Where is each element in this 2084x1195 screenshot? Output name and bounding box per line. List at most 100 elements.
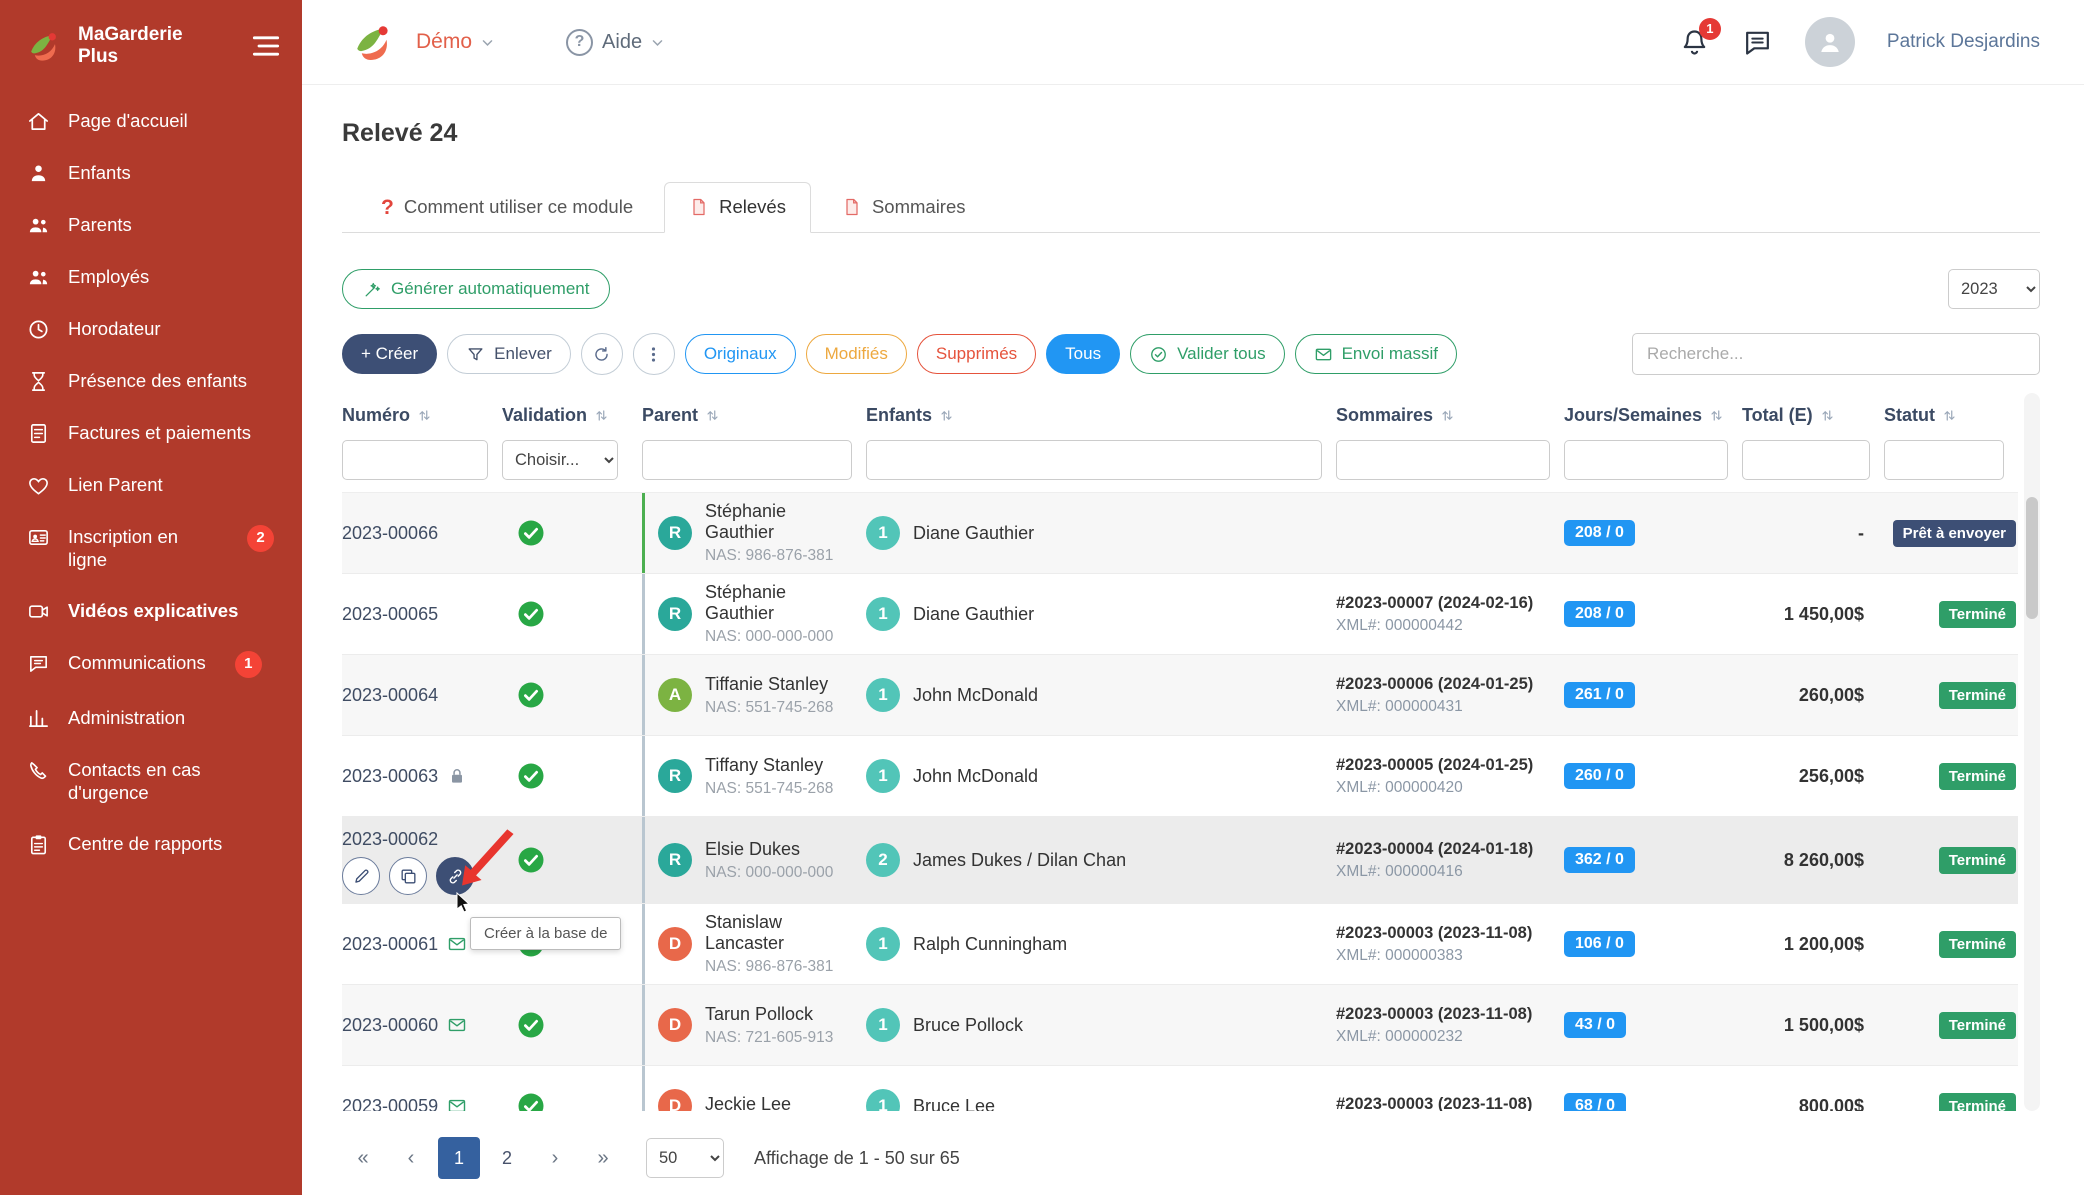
link-icon [446, 867, 465, 886]
children-count-avatar: 1 [866, 678, 900, 712]
filter-originaux-button[interactable]: Originaux [685, 334, 796, 374]
column-header-num-ro[interactable]: Numéro [342, 393, 502, 438]
link-button[interactable] [436, 857, 474, 895]
sidebar-item-videos[interactable]: Vidéos explicatives [0, 585, 302, 637]
column-header-validation[interactable]: Validation [502, 393, 642, 438]
filter-tous-button[interactable]: Tous [1046, 334, 1120, 374]
sidebar-item-accueil[interactable]: Page d'accueil [0, 95, 302, 147]
status-badge: Terminé [1939, 1093, 2016, 1112]
tab-aide-module[interactable]: ? Comment utiliser ce module [356, 182, 658, 233]
parent-name: Jeckie Lee [705, 1094, 791, 1112]
table-row[interactable]: 2023-00060 D Tarun Pollock NAS: 721-605-… [342, 985, 2018, 1066]
table-row[interactable]: 2023-00059 D Jeckie Lee 1 Bruce Lee #202… [342, 1066, 2018, 1111]
sidebar-item-rapports[interactable]: Centre de rapports [0, 818, 302, 870]
column-header-enfants[interactable]: Enfants [866, 393, 1336, 438]
table-row[interactable]: 2023-00064 A Tiffanie Stanley NAS: 551-7… [342, 655, 2018, 736]
generate-button[interactable]: Générer automatiquement [342, 269, 610, 309]
status-badge: Terminé [1939, 1012, 2016, 1039]
chevron-down-icon [651, 36, 664, 49]
notifications-button[interactable]: 1 [1679, 27, 1710, 58]
validated-check-icon [516, 518, 634, 548]
scrollbar-thumb[interactable] [2026, 497, 2038, 619]
column-header-statut[interactable]: Statut [1884, 393, 2018, 438]
org-switcher[interactable]: Démo [416, 30, 494, 54]
filter-total-input[interactable] [1742, 440, 1870, 480]
home-icon [27, 110, 51, 133]
validated-check-icon [516, 845, 634, 875]
table-row[interactable]: 2023-00063 R Tiffany Stanley NAS: 551-74… [342, 736, 2018, 817]
table-row[interactable]: 2023-00065 R Stéphanie Gauthier NAS: 000… [342, 574, 2018, 655]
sidebar-item-enfants[interactable]: Enfants [0, 147, 302, 199]
next-page-button[interactable]: › [534, 1137, 576, 1179]
tab-releves[interactable]: Relevés [664, 182, 811, 233]
first-page-button[interactable]: « [342, 1137, 384, 1179]
create-button[interactable]: + Créer [342, 334, 437, 374]
sidebar-item-horodateur[interactable]: Horodateur [0, 303, 302, 355]
filter-sommaires-input[interactable] [1336, 440, 1550, 480]
filter-statut-input[interactable] [1884, 440, 2004, 480]
chevron-down-icon [481, 36, 494, 49]
page-button-1[interactable]: 1 [438, 1137, 480, 1179]
year-select[interactable]: 2023 [1948, 269, 2040, 309]
filter-supprimes-button[interactable]: Supprimés [917, 334, 1036, 374]
total-amount: - [1742, 515, 1884, 552]
table-row[interactable]: 2023-00066 R Stéphanie Gauthier NAS: 986… [342, 493, 2018, 574]
messages-button[interactable] [1742, 27, 1773, 58]
filter-numero-input[interactable] [342, 440, 488, 480]
edit-button[interactable] [342, 857, 380, 895]
sommaire-ref: #2023-00006 (2024-01-25) [1336, 675, 1556, 694]
sidebar-item-administration[interactable]: Administration [0, 692, 302, 744]
remove-button[interactable]: Enlever [447, 334, 571, 374]
filter-modifies-button[interactable]: Modifiés [806, 334, 907, 374]
sidebar-item-factures[interactable]: Factures et paiements [0, 407, 302, 459]
tab-sommaires[interactable]: Sommaires [817, 182, 991, 233]
jours-badge: 68 / 0 [1564, 1093, 1626, 1111]
children-count-avatar: 1 [866, 1089, 900, 1111]
sidebar-item-presence-enfants[interactable]: Présence des enfants [0, 355, 302, 407]
filter-validation-select[interactable]: Choisir... [502, 440, 618, 480]
envelope-icon [447, 934, 467, 954]
page-size-select[interactable]: 50 [646, 1138, 724, 1178]
column-header-parent[interactable]: Parent [642, 393, 866, 438]
table-row[interactable]: 2023-00062 Créer à la base de R Elsie Du… [342, 817, 2018, 904]
sort-icon [939, 408, 954, 423]
menu-toggle-icon[interactable] [248, 30, 284, 62]
content: Relevé 24 ? Comment utiliser ce module R… [302, 85, 2084, 1195]
filter-enfants-input[interactable] [866, 440, 1322, 480]
releve-number: 2023-00060 [342, 1015, 438, 1036]
jours-badge: 208 / 0 [1564, 601, 1635, 627]
mass-send-button[interactable]: Envoi massif [1295, 334, 1457, 374]
status-badge: Terminé [1939, 847, 2016, 874]
column-header-jours-semaines[interactable]: Jours/Semaines [1564, 393, 1742, 438]
column-header-sommaires[interactable]: Sommaires [1336, 393, 1564, 438]
page-button-2[interactable]: 2 [486, 1137, 528, 1179]
last-page-button[interactable]: » [582, 1137, 624, 1179]
sidebar-item-communications[interactable]: Communications 1 [0, 637, 302, 692]
refresh-icon [592, 345, 611, 364]
help-menu[interactable]: ? Aide [566, 29, 664, 56]
sidebar-item-contacts-urgence[interactable]: Contacts en cas d'urgence [0, 744, 302, 818]
user-name[interactable]: Patrick Desjardins [1887, 31, 2040, 53]
sidebar-item-inscription[interactable]: Inscription en ligne 2 [0, 511, 302, 585]
filter-jours-input[interactable] [1564, 440, 1728, 480]
prev-page-button[interactable]: ‹ [390, 1137, 432, 1179]
validated-check-icon [516, 1010, 634, 1040]
sidebar-item-lien-parent[interactable]: Lien Parent [0, 459, 302, 511]
sidebar-item-employes[interactable]: Employés [0, 251, 302, 303]
search-input[interactable] [1632, 333, 2040, 375]
validate-all-button[interactable]: Valider tous [1130, 334, 1285, 374]
copy-button[interactable] [389, 857, 427, 895]
parent-name: Stéphanie Gauthier [705, 582, 858, 624]
refresh-button[interactable] [581, 333, 623, 375]
sidebar-item-parents[interactable]: Parents [0, 199, 302, 251]
validated-check-icon [516, 680, 634, 710]
parent-name: Tiffanie Stanley [705, 674, 833, 695]
column-header-total-e[interactable]: Total (E) [1742, 393, 1884, 438]
filter-parent-input[interactable] [642, 440, 852, 480]
table-scrollbar[interactable] [2024, 393, 2040, 1111]
brand-name: MaGarderie Plus [78, 24, 183, 69]
sort-icon [705, 408, 720, 423]
parent-name: Tarun Pollock [705, 1004, 833, 1025]
avatar[interactable] [1805, 17, 1855, 67]
more-options-button[interactable] [633, 333, 675, 375]
